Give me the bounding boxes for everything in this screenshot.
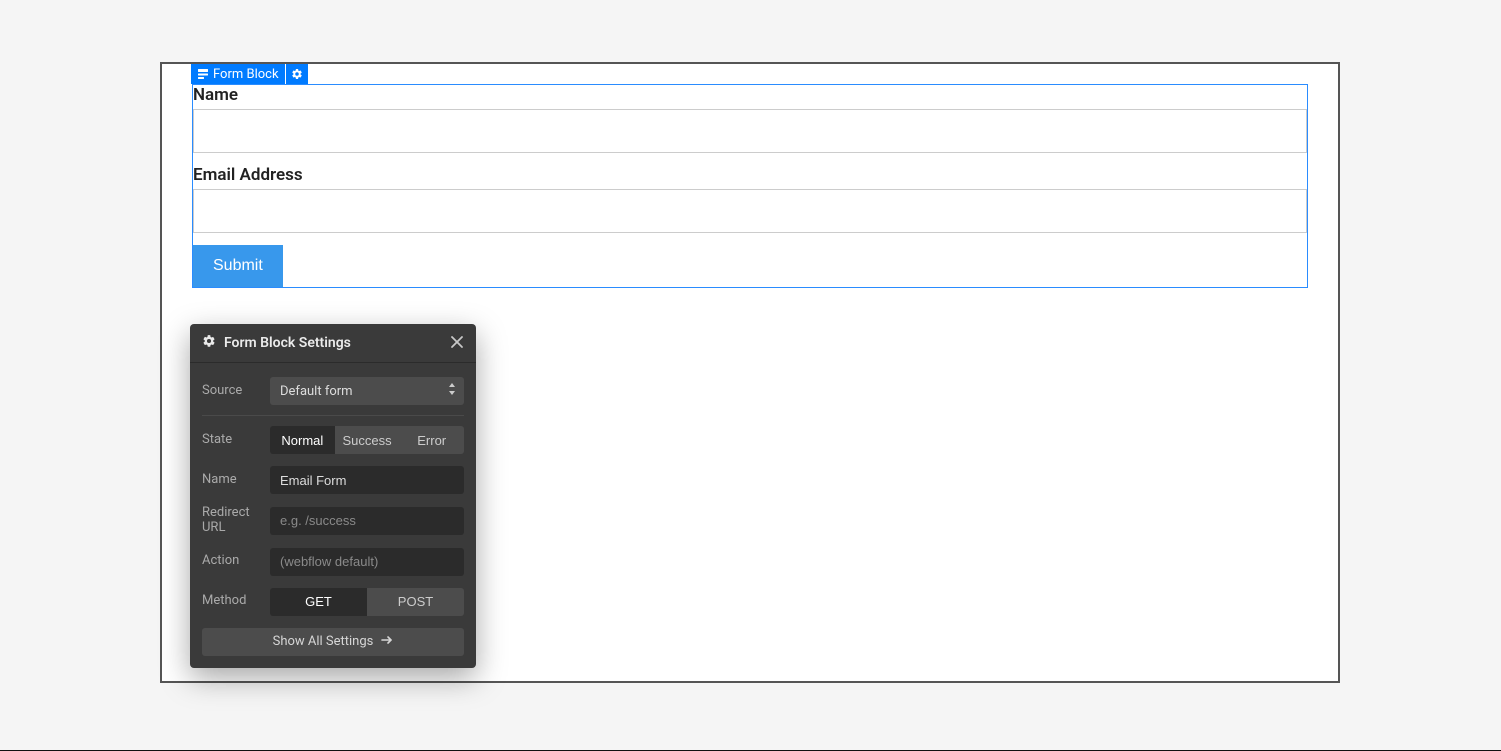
close-icon bbox=[450, 334, 464, 353]
redirect-label: Redirect URL bbox=[202, 506, 262, 536]
form-block-settings-panel[interactable]: Form Block Settings Source Default form bbox=[190, 324, 476, 668]
gear-icon bbox=[291, 65, 303, 84]
state-row: State Normal Success Error bbox=[202, 420, 464, 460]
form-wrapper: Form Block Name Email Address Submit bbox=[192, 84, 1308, 288]
panel-body: Source Default form State Normal Success bbox=[190, 363, 476, 668]
state-error-button[interactable]: Error bbox=[399, 426, 464, 454]
selection-tag-label: Form Block bbox=[213, 67, 279, 82]
source-select[interactable]: Default form bbox=[270, 377, 464, 405]
select-caret-icon bbox=[448, 383, 456, 399]
method-label: Method bbox=[202, 594, 262, 609]
redirect-row: Redirect URL bbox=[202, 500, 464, 542]
state-segmented-control: Normal Success Error bbox=[270, 426, 464, 454]
source-label: Source bbox=[202, 384, 262, 399]
source-row: Source Default form bbox=[202, 371, 464, 416]
action-row: Action bbox=[202, 542, 464, 582]
show-all-settings-button[interactable]: Show All Settings bbox=[202, 628, 464, 656]
panel-header: Form Block Settings bbox=[190, 324, 476, 363]
form-block[interactable]: Name Email Address Submit bbox=[192, 84, 1308, 288]
method-get-button[interactable]: GET bbox=[270, 588, 367, 616]
action-input[interactable] bbox=[270, 548, 464, 576]
selection-tag: Form Block bbox=[191, 64, 308, 84]
method-post-button[interactable]: POST bbox=[367, 588, 464, 616]
arrow-right-icon bbox=[381, 634, 393, 649]
name-input[interactable] bbox=[193, 109, 1307, 153]
panel-title: Form Block Settings bbox=[224, 335, 351, 351]
method-row: Method GET POST bbox=[202, 582, 464, 622]
selection-tag-pill[interactable]: Form Block bbox=[191, 64, 285, 84]
email-input[interactable] bbox=[193, 189, 1307, 233]
redirect-url-input[interactable] bbox=[270, 507, 464, 535]
panel-close-button[interactable] bbox=[450, 335, 464, 352]
selection-settings-button[interactable] bbox=[286, 64, 308, 84]
gear-icon bbox=[202, 334, 216, 352]
name-field-label: Name bbox=[193, 85, 1307, 109]
name-row: Name bbox=[202, 460, 464, 500]
show-all-settings-label: Show All Settings bbox=[273, 634, 374, 649]
method-segmented-control: GET POST bbox=[270, 588, 464, 616]
action-label: Action bbox=[202, 554, 262, 569]
source-select-value: Default form bbox=[280, 384, 353, 399]
email-field-label: Email Address bbox=[193, 165, 1307, 189]
state-label: State bbox=[202, 433, 262, 448]
name-setting-input[interactable] bbox=[270, 466, 464, 494]
state-normal-button[interactable]: Normal bbox=[270, 426, 335, 454]
name-setting-label: Name bbox=[202, 473, 262, 488]
submit-button[interactable]: Submit bbox=[193, 245, 283, 287]
form-block-icon bbox=[197, 68, 209, 80]
state-success-button[interactable]: Success bbox=[335, 426, 400, 454]
